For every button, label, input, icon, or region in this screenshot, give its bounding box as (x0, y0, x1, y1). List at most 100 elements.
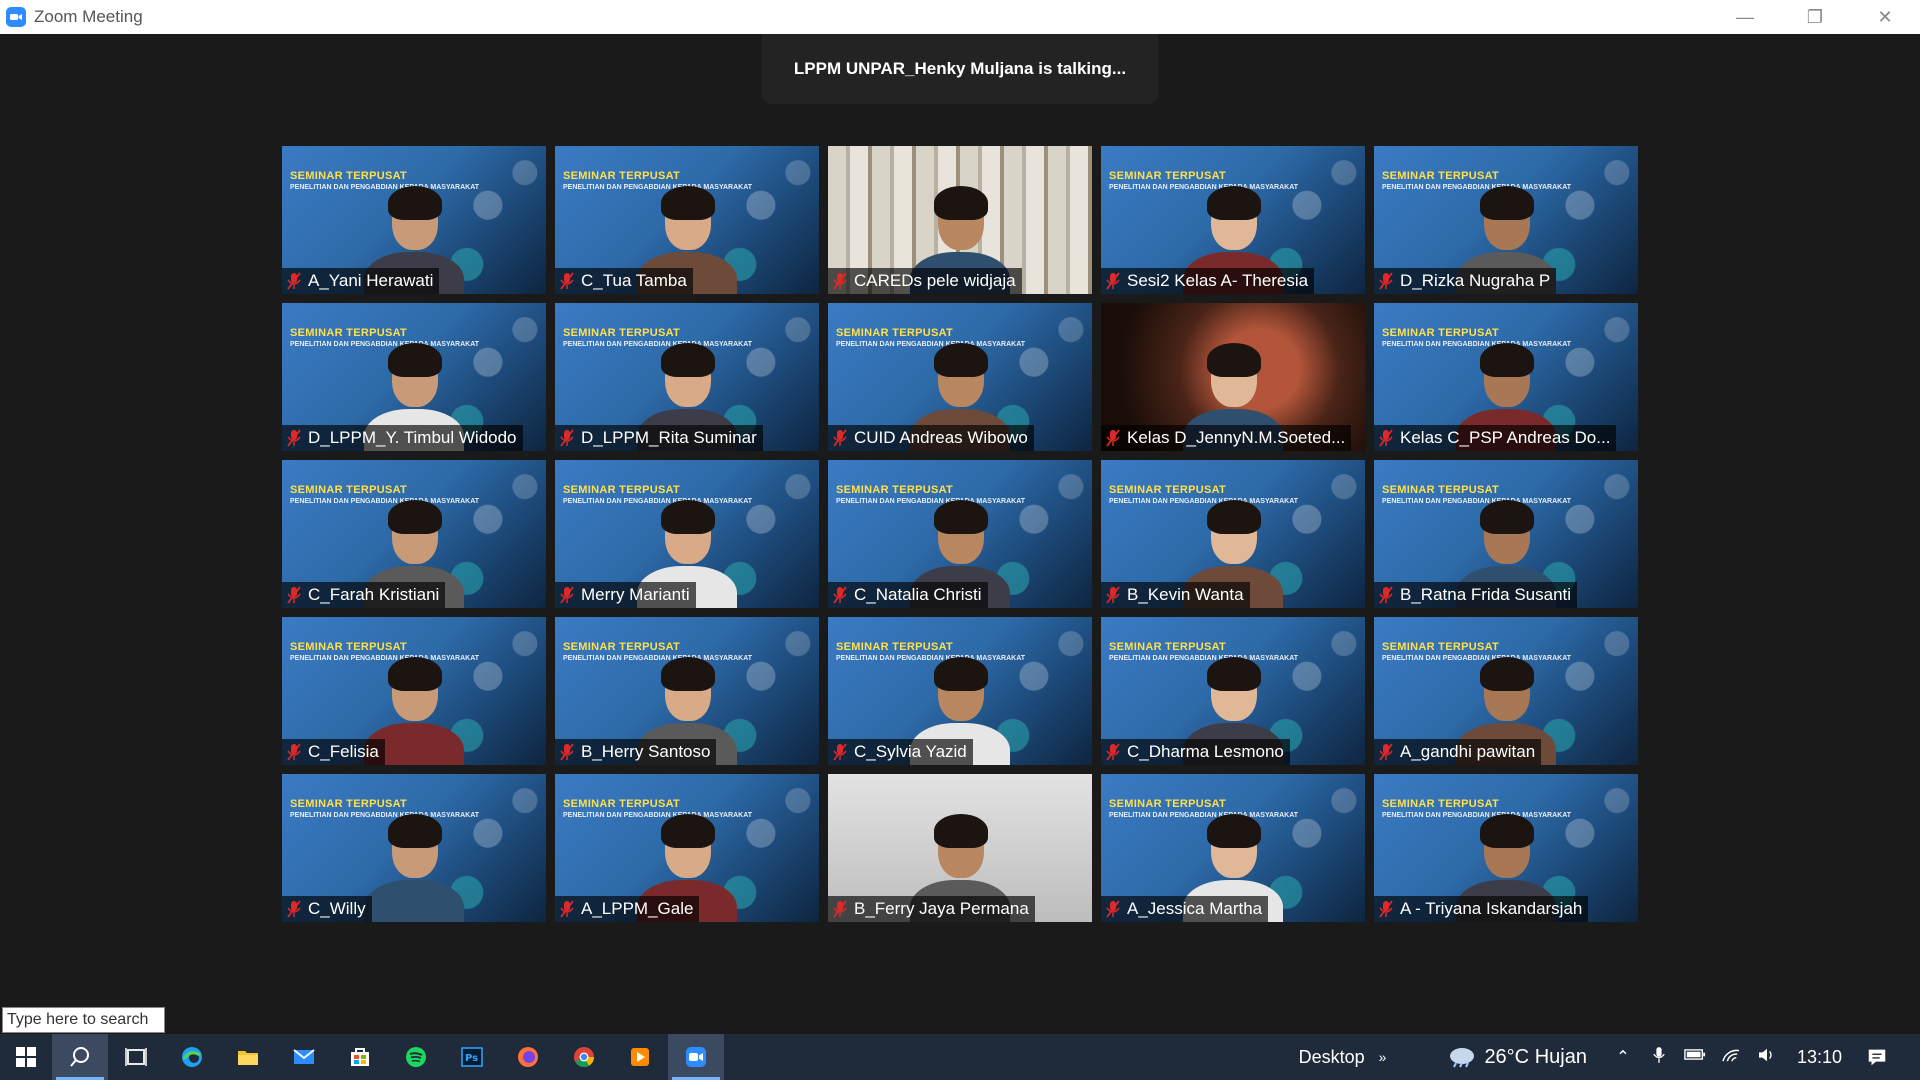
participant-name-bar: B_Herry Santoso (555, 739, 717, 765)
participant-tile[interactable]: SEMINAR TERPUSAT PENELITIAN DAN PENGABDIA… (1101, 146, 1365, 294)
search-icon (70, 1047, 89, 1067)
participant-name: CAREDs pele widjaja (854, 271, 1016, 290)
taskbar-chrome[interactable] (556, 1034, 612, 1080)
task-view-icon (125, 1048, 147, 1066)
system-tray: Desktop » 26°C Hujan ⌃ 13:10 (1299, 1034, 1920, 1080)
participant-name: D_LPPM_Y. Timbul Widodo (308, 428, 517, 447)
gallery-grid: SEMINAR TERPUSAT PENELITIAN DAN PENGABDIA… (282, 146, 1638, 922)
taskbar-store[interactable] (332, 1034, 388, 1080)
participant-tile[interactable]: SEMINAR TERPUSAT PENELITIAN DAN PENGABDIA… (555, 617, 819, 765)
close-button[interactable]: ✕ (1850, 0, 1920, 34)
participant-tile[interactable]: SEMINAR TERPUSAT PENELITIAN DAN PENGABDIA… (828, 617, 1092, 765)
desktop-toolbar-chevron[interactable]: » (1379, 1049, 1387, 1065)
participant-tile[interactable]: CAREDs pele widjaja (828, 146, 1092, 294)
participant-name-bar: A_gandhi pawitan (1374, 739, 1542, 765)
participant-tile[interactable]: SEMINAR TERPUSAT PENELITIAN DAN PENGABDIA… (282, 460, 546, 608)
participant-tile[interactable]: SEMINAR TERPUSAT PENELITIAN DAN PENGABDIA… (1374, 303, 1638, 451)
muted-mic-icon (1105, 900, 1121, 918)
participant-name: C_Sylvia Yazid (854, 742, 967, 761)
taskbar-photoshop[interactable]: Ps (444, 1034, 500, 1080)
muted-mic-icon (1378, 429, 1394, 447)
muted-mic-icon (1105, 429, 1121, 447)
participant-tile[interactable]: B_Ferry Jaya Permana (828, 774, 1092, 922)
spotify-icon (406, 1047, 426, 1067)
participant-name-bar: C_Natalia Christi (828, 582, 988, 608)
participant-tile[interactable]: SEMINAR TERPUSAT PENELITIAN DAN PENGABDIA… (282, 774, 546, 922)
muted-mic-icon (832, 272, 848, 290)
participant-tile[interactable]: SEMINAR TERPUSAT PENELITIAN DAN PENGABDIA… (282, 303, 546, 451)
muted-mic-icon (1105, 586, 1121, 604)
participant-name-bar: D_Rizka Nugraha P (1374, 268, 1557, 294)
participant-name-bar: D_LPPM_Rita Suminar (555, 425, 763, 451)
participant-name-bar: A_Yani Herawati (282, 268, 440, 294)
participant-name-bar: CUID Andreas Wibowo (828, 425, 1034, 451)
participant-tile[interactable]: SEMINAR TERPUSAT PENELITIAN DAN PENGABDIA… (1374, 146, 1638, 294)
muted-mic-icon (559, 429, 575, 447)
participant-name-bar: Merry Marianti (555, 582, 696, 608)
participant-name: Kelas C_PSP Andreas Do... (1400, 428, 1611, 447)
minimize-button[interactable]: — (1710, 0, 1780, 34)
taskbar-spotify[interactable] (388, 1034, 444, 1080)
taskbar-mail[interactable] (276, 1034, 332, 1080)
weather-widget[interactable]: 26°C Hujan (1446, 1046, 1587, 1069)
participant-name-bar: Kelas C_PSP Andreas Do... (1374, 425, 1617, 451)
participant-name-bar: C_Farah Kristiani (282, 582, 446, 608)
taskbar-zoom[interactable] (668, 1034, 724, 1080)
firefox-icon (518, 1047, 538, 1067)
participant-name-bar: B_Kevin Wanta (1101, 582, 1250, 608)
participant-tile[interactable]: SEMINAR TERPUSAT PENELITIAN DAN PENGABDIA… (1374, 774, 1638, 922)
participant-name: Merry Marianti (581, 585, 690, 604)
muted-mic-icon (286, 900, 302, 918)
task-view-button[interactable] (108, 1034, 164, 1080)
participant-name: C_Tua Tamba (581, 271, 687, 290)
participant-tile[interactable]: SEMINAR TERPUSAT PENELITIAN DAN PENGABDIA… (1374, 460, 1638, 608)
taskbar-file-explorer[interactable] (220, 1034, 276, 1080)
search-tooltip[interactable]: Type here to search (2, 1007, 165, 1033)
folder-icon (238, 1051, 258, 1065)
participant-tile[interactable]: SEMINAR TERPUSAT PENELITIAN DAN PENGABDIA… (282, 617, 546, 765)
start-button[interactable] (0, 1034, 52, 1080)
participant-tile[interactable]: SEMINAR TERPUSAT PENELITIAN DAN PENGABDIA… (1374, 617, 1638, 765)
participant-name-bar: C_Felisia (282, 739, 385, 765)
participant-name: B_Kevin Wanta (1127, 585, 1244, 604)
participant-tile[interactable]: SEMINAR TERPUSAT PENELITIAN DAN PENGABDIA… (555, 303, 819, 451)
participant-name: D_Rizka Nugraha P (1400, 271, 1551, 290)
muted-mic-icon (559, 272, 575, 290)
search-button[interactable] (52, 1034, 108, 1080)
participant-tile[interactable]: SEMINAR TERPUSAT PENELITIAN DAN PENGABDIA… (1101, 617, 1365, 765)
muted-mic-icon (832, 586, 848, 604)
participant-tile[interactable]: SEMINAR TERPUSAT PENELITIAN DAN PENGABDIA… (1101, 774, 1365, 922)
show-hidden-icons-chevron-up-icon[interactable]: ⌃ (1605, 1047, 1641, 1067)
participant-tile[interactable]: SEMINAR TERPUSAT PENELITIAN DAN PENGABDIA… (1101, 460, 1365, 608)
muted-mic-icon (559, 900, 575, 918)
action-center-notification-icon[interactable] (1862, 1046, 1892, 1068)
taskbar-clock[interactable]: 13:10 (1797, 1047, 1842, 1068)
restore-button[interactable]: ❐ (1780, 0, 1850, 34)
wifi-icon[interactable] (1713, 1047, 1749, 1068)
participant-tile[interactable]: SEMINAR TERPUSAT PENELITIAN DAN PENGABDIA… (828, 460, 1092, 608)
edge-icon (182, 1047, 202, 1067)
microphone-icon[interactable] (1641, 1046, 1677, 1069)
participant-tile[interactable]: SEMINAR TERPUSAT PENELITIAN DAN PENGABDIA… (555, 460, 819, 608)
taskbar-firefox[interactable] (500, 1034, 556, 1080)
taskbar-edge[interactable] (164, 1034, 220, 1080)
participant-tile[interactable]: SEMINAR TERPUSAT PENELITIAN DAN PENGABDIA… (828, 303, 1092, 451)
participant-tile[interactable]: SEMINAR TERPUSAT PENELITIAN DAN PENGABDIA… (555, 146, 819, 294)
participant-name-bar: D_LPPM_Y. Timbul Widodo (282, 425, 523, 451)
participant-name-bar: A_Jessica Martha (1101, 896, 1269, 922)
participant-name: A_Yani Herawati (308, 271, 434, 290)
active-speaker-banner: LPPM UNPAR_Henky Muljana is talking... (762, 34, 1158, 104)
desktop-toolbar-label[interactable]: Desktop (1299, 1047, 1365, 1068)
battery-icon[interactable] (1677, 1048, 1713, 1066)
muted-mic-icon (1378, 900, 1394, 918)
participant-tile[interactable]: SEMINAR TERPUSAT PENELITIAN DAN PENGABDIA… (555, 774, 819, 922)
volume-icon[interactable] (1749, 1047, 1785, 1068)
taskbar-media-player[interactable] (612, 1034, 668, 1080)
participant-name: A_gandhi pawitan (1400, 742, 1536, 761)
participant-name-bar: Sesi2 Kelas A- Theresia (1101, 268, 1315, 294)
rain-cloud-icon (1450, 1048, 1475, 1068)
participant-name: B_Ferry Jaya Permana (854, 899, 1029, 918)
participant-tile[interactable]: SEMINAR TERPUSAT PENELITIAN DAN PENGABDIA… (282, 146, 546, 294)
participant-tile[interactable]: Kelas D_JennyN.M.Soeted... (1101, 303, 1365, 451)
participant-name-bar: B_Ferry Jaya Permana (828, 896, 1035, 922)
